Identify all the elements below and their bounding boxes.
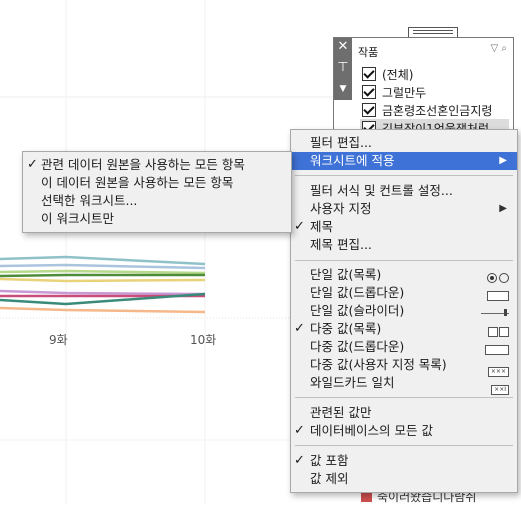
menu-divider: [295, 445, 513, 446]
menu-item-multi-custom-list[interactable]: 다중 값(사용자 지정 목록) ×××: [291, 356, 517, 377]
filter-item[interactable]: 금혼령조선혼인금지령: [362, 101, 492, 119]
submenu-item-related-sources[interactable]: ✓ 관련 데이터 원본을 사용하는 모든 항목: [23, 156, 291, 174]
check-icon: ✓: [294, 453, 305, 468]
filter-item[interactable]: 그럴만두: [362, 83, 426, 101]
context-menu: 필터 편집... 워크시트에 적용 ▶ 필터 서식 및 컨트롤 설정... 사용자…: [290, 129, 518, 493]
checkbox-list-icon: [487, 324, 509, 337]
card-toolbar: ✕ ⊤ ▼: [334, 38, 352, 100]
filter-card: ✕ ⊤ ▼ 작품 ▽ ⌕ (전체) 그럴만두 금혼령조선혼인금지령 김부장이1억…: [333, 37, 514, 131]
filter-item-label: 금혼령조선혼인금지령: [382, 103, 493, 118]
check-icon: ✓: [294, 321, 305, 336]
submenu-item-this-source[interactable]: 이 데이터 원본을 사용하는 모든 항목: [23, 174, 291, 192]
menu-item-filter-format[interactable]: 필터 서식 및 컨트롤 설정...: [291, 182, 517, 200]
series-line: [0, 273, 205, 278]
check-icon: ✓: [294, 423, 305, 438]
custom-list-icon: ×××: [487, 360, 509, 377]
submenu-arrow-icon: ▶: [499, 155, 507, 166]
submenu-arrow-icon: ▶: [499, 203, 507, 214]
menu-item-single-slider[interactable]: 단일 값(슬라이더): [291, 302, 517, 320]
series-line: [0, 289, 206, 296]
menu-divider: [295, 260, 513, 261]
menu-item-apply-to-worksheets[interactable]: 워크시트에 적용 ▶: [291, 152, 517, 170]
series-line: [0, 277, 206, 283]
slider-icon: [481, 305, 509, 316]
menu-divider: [295, 397, 513, 398]
menu-item-relevant-values[interactable]: 관련된 값만: [291, 404, 517, 422]
submenu-item-this-worksheet-only[interactable]: 이 워크시트만: [23, 210, 291, 228]
filter-item-label: 그럴만두: [382, 85, 427, 100]
dropdown-icon: [487, 288, 509, 301]
series-line: [0, 255, 206, 266]
menu-divider: [295, 175, 513, 176]
menu-item-wildcard[interactable]: 와일드카드 일치 ××I: [291, 374, 517, 395]
series-line: [0, 263, 206, 270]
menu-item-edit-title[interactable]: 제목 편집...: [291, 236, 517, 254]
x-tick-label: 10화: [190, 333, 217, 347]
checkbox[interactable]: [362, 103, 376, 117]
x-tick-label: 9화: [49, 333, 68, 347]
apply-to-worksheets-submenu: ✓ 관련 데이터 원본을 사용하는 모든 항목 이 데이터 원본을 사용하는 모든…: [22, 151, 292, 233]
dropdown-arrow-icon[interactable]: ▼: [334, 80, 352, 98]
radio-list-icon: [485, 270, 509, 283]
menu-item-single-dropdown[interactable]: 단일 값(드롭다운): [291, 284, 517, 302]
filter-search-icon[interactable]: ▽ ⌕: [491, 43, 507, 54]
menu-item-all-db-values[interactable]: ✓ 데이터베이스의 모든 값: [291, 422, 517, 440]
series-line: [0, 269, 206, 275]
check-icon: ✓: [27, 157, 38, 172]
menu-item-title[interactable]: ✓ 제목: [291, 218, 517, 236]
menu-item-exclude-values[interactable]: 값 제외: [291, 470, 517, 488]
checkbox[interactable]: [362, 67, 376, 81]
menu-item-edit-filter[interactable]: 필터 편집...: [291, 134, 517, 152]
menu-item-include-values[interactable]: ✓ 값 포함: [291, 452, 517, 470]
wildcard-icon: ××I: [491, 378, 509, 395]
menu-item-single-list[interactable]: 단일 값(목록): [291, 266, 517, 284]
series-line: [0, 306, 206, 314]
submenu-item-selected-worksheets[interactable]: 선택한 워크시트...: [23, 192, 291, 210]
multi-dropdown-icon: [485, 342, 509, 355]
check-icon: ✓: [294, 219, 305, 234]
filter-item[interactable]: (전체): [362, 65, 413, 83]
filter-item-label: (전체): [382, 67, 414, 82]
filter-title: 작품: [358, 46, 379, 59]
checkbox[interactable]: [362, 85, 376, 99]
pin-icon[interactable]: ⊤: [334, 59, 352, 77]
close-icon[interactable]: ✕: [334, 38, 352, 56]
menu-item-multi-dropdown[interactable]: 다중 값(드롭다운): [291, 338, 517, 356]
menu-item-multi-list[interactable]: ✓ 다중 값(목록): [291, 320, 517, 338]
menu-item-customize[interactable]: 사용자 지정 ▶: [291, 200, 517, 218]
